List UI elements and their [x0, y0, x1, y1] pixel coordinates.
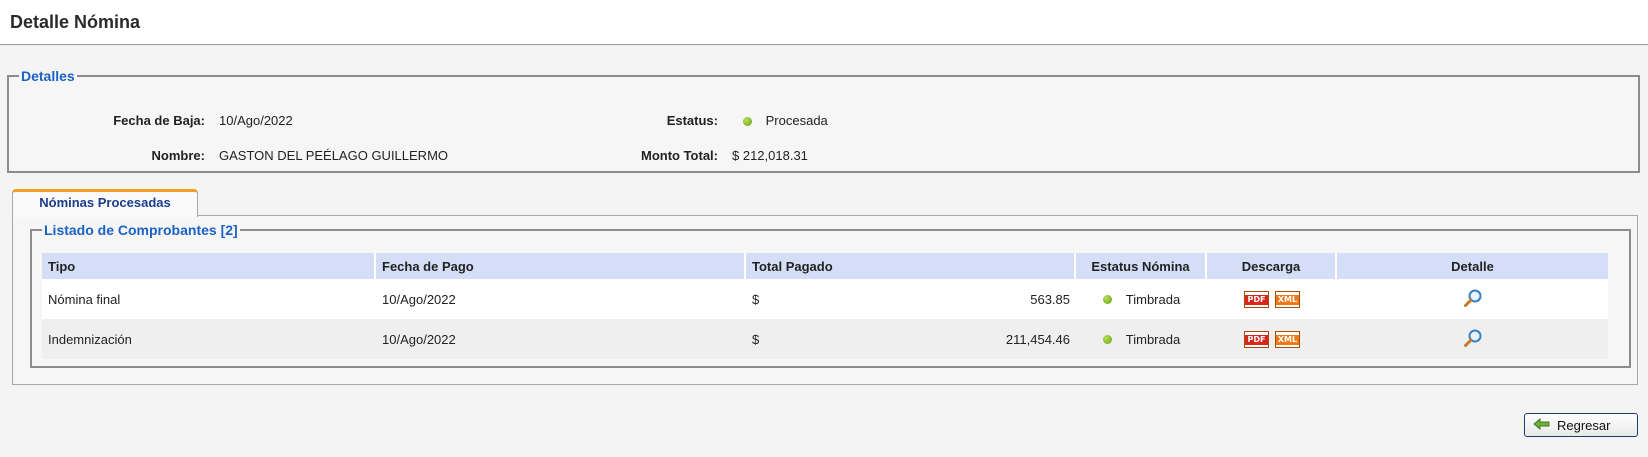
- col-tipo: Tipo: [42, 253, 376, 279]
- listado-comprobantes: Listado de Comprobantes [2] Tipo Fecha d…: [30, 222, 1631, 368]
- comprobantes-table: Tipo Fecha de Pago Total Pagado Estatus …: [42, 253, 1608, 359]
- regresar-button[interactable]: Regresar: [1524, 413, 1638, 437]
- nombre-label: Nombre:: [151, 148, 205, 163]
- back-arrow-icon: [1533, 417, 1551, 434]
- pdf-download-icon[interactable]: PDF: [1244, 330, 1269, 348]
- fecha-baja-label: Fecha de Baja:: [113, 113, 205, 128]
- cell-tipo: Indemnización: [42, 319, 376, 359]
- cell-fecha-pago: 10/Ago/2022: [376, 319, 746, 359]
- currency-symbol: $: [752, 291, 760, 307]
- details-legend: Detalles: [21, 68, 75, 84]
- cell-total: $ 563.85: [746, 279, 1076, 319]
- table-header-row: Tipo Fecha de Pago Total Pagado Estatus …: [42, 253, 1608, 279]
- cell-estatus: Timbrada: [1076, 279, 1207, 319]
- monto-label: Monto Total:: [640, 148, 718, 163]
- estatus-text: Timbrada: [1125, 291, 1181, 307]
- currency-symbol: $: [752, 331, 760, 347]
- table-row: Nómina final 10/Ago/2022 $ 563.85 Timbra…: [42, 279, 1608, 319]
- page-title: Detalle Nómina: [10, 12, 141, 32]
- cell-detalle: [1337, 279, 1608, 319]
- total-amount: 563.85: [1030, 291, 1070, 307]
- estatus-value: Procesada: [765, 113, 828, 128]
- monto-value: $ 212,018.31: [732, 148, 808, 163]
- cell-tipo: Nómina final: [42, 279, 376, 319]
- col-detalle: Detalle: [1337, 253, 1608, 279]
- status-dot-icon: [1102, 334, 1112, 344]
- cell-estatus: Timbrada: [1076, 319, 1207, 359]
- estatus-label: Estatus:: [666, 113, 718, 128]
- cell-total: $ 211,454.46: [746, 319, 1076, 359]
- status-dot-icon: [1102, 294, 1112, 304]
- xml-download-icon[interactable]: XML: [1275, 290, 1300, 308]
- details-panel: Detalles Fecha de Baja: 10/Ago/2022 Nomb…: [7, 68, 1640, 173]
- magnifier-icon[interactable]: [1463, 328, 1483, 351]
- col-estatus-nomina: Estatus Nómina: [1076, 253, 1207, 279]
- total-amount: 211,454.46: [1005, 331, 1070, 347]
- magnifier-icon[interactable]: [1463, 288, 1483, 311]
- table-row: Indemnización 10/Ago/2022 $ 211,454.46 T…: [42, 319, 1608, 359]
- fecha-baja-value: 10/Ago/2022: [219, 113, 293, 128]
- estatus-text: Timbrada: [1125, 331, 1181, 347]
- cell-descarga: PDF XML: [1207, 319, 1337, 359]
- col-total-pagado: Total Pagado: [746, 253, 1076, 279]
- tab-nominas-procesadas[interactable]: Nóminas Procesadas: [12, 189, 198, 217]
- col-fecha-pago: Fecha de Pago: [376, 253, 746, 279]
- estatus-value-group: Procesada: [743, 113, 828, 128]
- nombre-value: GASTON DEL PEÉLAGO GUILLERMO: [219, 148, 449, 163]
- status-dot-icon: [743, 117, 752, 127]
- xml-download-icon[interactable]: XML: [1275, 330, 1300, 348]
- cell-detalle: [1337, 319, 1608, 359]
- cell-fecha-pago: 10/Ago/2022: [376, 279, 746, 319]
- pdf-download-icon[interactable]: PDF: [1244, 290, 1269, 308]
- col-descarga: Descarga: [1207, 253, 1337, 279]
- listado-legend: Listado de Comprobantes [2]: [44, 222, 238, 238]
- tab-panel: Listado de Comprobantes [2] Tipo Fecha d…: [12, 215, 1638, 385]
- cell-descarga: PDF XML: [1207, 279, 1337, 319]
- page-header: Detalle Nómina: [0, 0, 1648, 45]
- regresar-label: Regresar: [1557, 417, 1611, 433]
